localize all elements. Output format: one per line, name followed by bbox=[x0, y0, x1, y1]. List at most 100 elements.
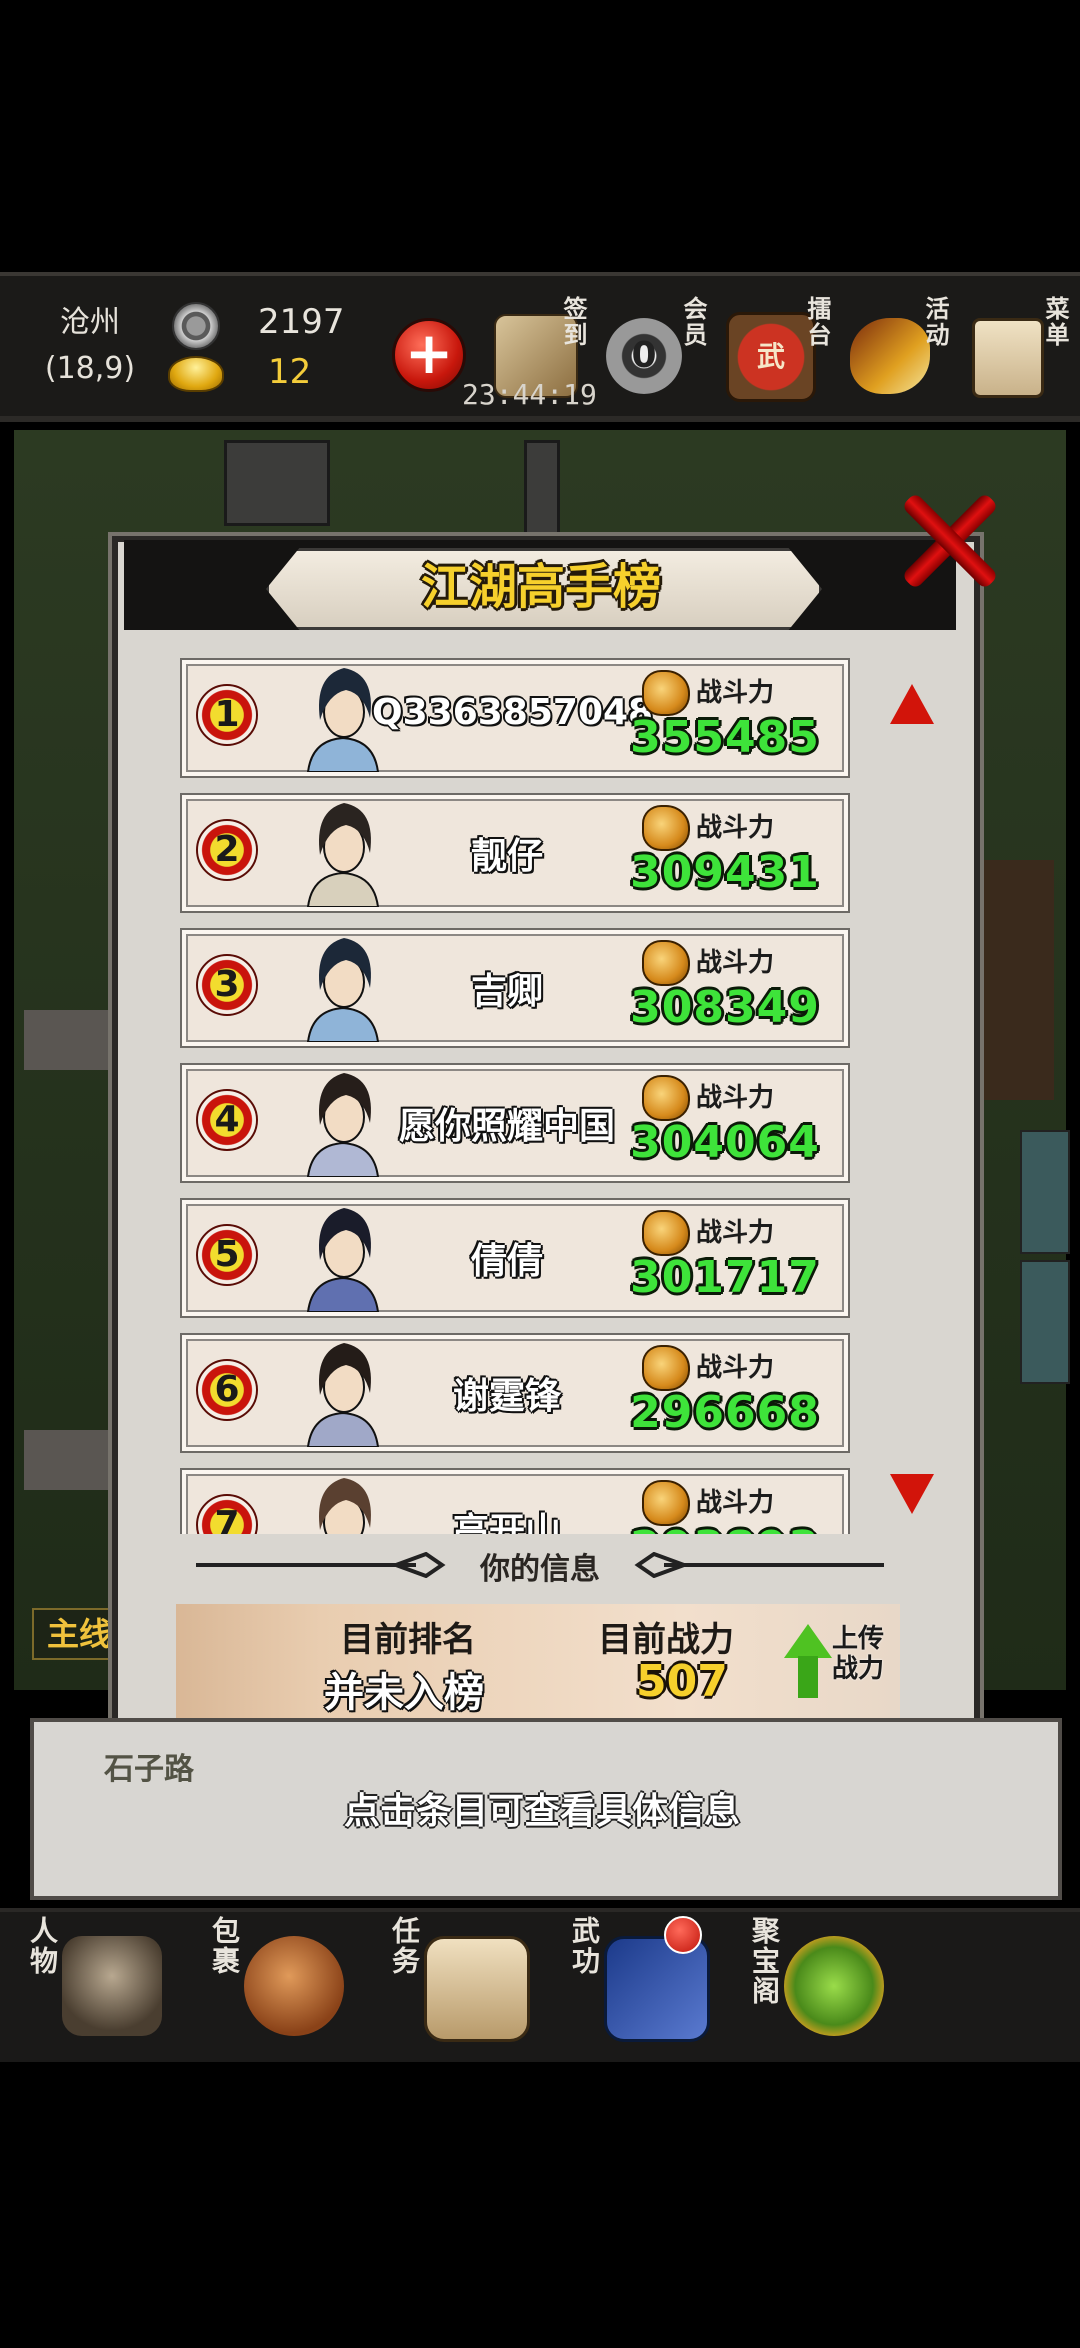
rank-number: 2 bbox=[214, 829, 240, 870]
location-name: 沧州 bbox=[60, 305, 120, 340]
current-rank-value: 并未入榜 bbox=[324, 1670, 484, 1716]
rank-number: 1 bbox=[214, 694, 240, 735]
activity-label: 活动 bbox=[921, 296, 949, 348]
signin-label: 签到 bbox=[559, 296, 587, 348]
quest-scroll-icon bbox=[424, 1936, 530, 2042]
rank-number: 6 bbox=[214, 1369, 240, 1410]
rank-badge-icon: 3 bbox=[196, 954, 258, 1016]
power-value: 308349 bbox=[630, 982, 820, 1033]
location-panel[interactable]: 沧州 (18,9) bbox=[20, 300, 160, 392]
martial-book-icon bbox=[604, 1936, 710, 2042]
nav-bag[interactable]: 包裹 bbox=[204, 1916, 354, 2046]
treasure-icon bbox=[784, 1936, 884, 2036]
dialog-title: 江湖高手榜 bbox=[420, 559, 661, 615]
nav-martial-label: 武功 bbox=[568, 1916, 601, 1976]
leaderboard-row[interactable]: 4 愿你照耀中国 战斗力 304064 bbox=[180, 1063, 850, 1183]
power-value: 309431 bbox=[630, 847, 820, 898]
upload-arrow-stem bbox=[798, 1656, 818, 1698]
scroll-up-arrow-icon[interactable] bbox=[890, 684, 938, 732]
current-rank-label: 目前排名 bbox=[340, 1620, 476, 1660]
upload-label: 上传 战力 bbox=[832, 1624, 884, 1684]
leaderboard-row[interactable]: 6 谢霆锋 战斗力 296668 bbox=[180, 1333, 850, 1453]
member-icon[interactable]: 0 bbox=[606, 318, 682, 394]
menu-label: 菜单 bbox=[1041, 296, 1069, 348]
current-power-label: 目前战力 bbox=[598, 1620, 734, 1660]
member-badge: 0 bbox=[631, 335, 657, 376]
location-coords: (18,9) bbox=[44, 351, 136, 386]
power-fist-icon bbox=[642, 1210, 690, 1256]
upload-label-2: 战力 bbox=[832, 1654, 885, 1684]
map-stones bbox=[24, 1010, 114, 1070]
map-stones bbox=[24, 1430, 114, 1490]
map-wall bbox=[224, 440, 330, 526]
leaderboard-row[interactable]: 1 Q3363857048 战斗力 355485 bbox=[180, 658, 850, 778]
leaderboard-list[interactable]: 1 Q3363857048 战斗力 355485 2 靓仔 战斗力 309431 3 吉卿 战斗力 3… bbox=[180, 658, 850, 1534]
nav-martial[interactable]: 武功 bbox=[564, 1916, 714, 2046]
upload-label-1: 上传 bbox=[832, 1624, 885, 1654]
hint-text: 点击条目可查看具体信息 bbox=[343, 1791, 740, 1832]
leaderboard-row[interactable]: 7高开山战斗力293893 bbox=[180, 1468, 850, 1534]
rank-badge-icon: 1 bbox=[196, 684, 258, 746]
arena-badge: 武 bbox=[756, 340, 785, 373]
power-label: 战斗力 bbox=[696, 1488, 775, 1518]
rank-badge-icon: 4 bbox=[196, 1089, 258, 1151]
leaderboard-row[interactable]: 5 倩倩 战斗力 301717 bbox=[180, 1198, 850, 1318]
close-icon[interactable] bbox=[896, 488, 1000, 592]
power-label: 战斗力 bbox=[696, 678, 775, 708]
leaderboard-row[interactable]: 3 吉卿 战斗力 308349 bbox=[180, 928, 850, 1048]
upload-arrow-icon bbox=[784, 1624, 832, 1658]
rank-badge-icon: 2 bbox=[196, 819, 258, 881]
notification-dot-icon bbox=[664, 1916, 702, 1954]
map-building bbox=[974, 860, 1054, 1100]
rank-badge-icon: 5 bbox=[196, 1224, 258, 1286]
nav-quest-label: 任务 bbox=[388, 1916, 421, 1976]
nav-treasure-label: 聚宝阁 bbox=[748, 1916, 781, 2006]
map-window bbox=[1020, 1260, 1070, 1384]
power-value: 296668 bbox=[630, 1387, 820, 1438]
power-fist-icon bbox=[642, 805, 690, 851]
power-fist-icon bbox=[642, 1480, 690, 1526]
power-value: 355485 bbox=[630, 712, 820, 763]
rank-number: 7 bbox=[214, 1504, 240, 1534]
map-window bbox=[1020, 1130, 1070, 1254]
game-clock: 23:44:19 bbox=[462, 378, 597, 411]
power-value: 301717 bbox=[630, 1252, 820, 1303]
character-icon bbox=[62, 1936, 162, 2036]
nav-character[interactable]: 人物 bbox=[22, 1916, 172, 2046]
nav-character-label: 人物 bbox=[26, 1916, 59, 1976]
gold-ingot-icon bbox=[168, 356, 224, 392]
rank-number: 5 bbox=[214, 1234, 240, 1275]
gold-amount: 12 bbox=[268, 352, 312, 392]
power-label: 战斗力 bbox=[696, 1083, 775, 1113]
power-label: 战斗力 bbox=[696, 1353, 775, 1383]
nav-treasure[interactable]: 聚宝阁 bbox=[744, 1916, 894, 2046]
rank-number: 3 bbox=[214, 964, 240, 1005]
scroll-down-arrow-icon[interactable] bbox=[890, 1474, 938, 1522]
current-power-value: 507 bbox=[636, 1656, 728, 1707]
power-fist-icon bbox=[642, 1345, 690, 1391]
rank-number: 4 bbox=[214, 1099, 240, 1140]
arena-label: 擂台 bbox=[803, 296, 831, 348]
power-label: 战斗力 bbox=[696, 1218, 775, 1248]
your-info-title: 你的信息 bbox=[480, 1552, 600, 1587]
member-label: 会员 bbox=[679, 296, 707, 348]
power-label: 战斗力 bbox=[696, 948, 775, 978]
power-fist-icon bbox=[642, 940, 690, 986]
power-fist-icon bbox=[642, 670, 690, 716]
upload-power-button[interactable]: 上传 战力 bbox=[780, 1620, 900, 1704]
nav-quest[interactable]: 任务 bbox=[384, 1916, 534, 2046]
menu-icon[interactable] bbox=[972, 318, 1044, 398]
bag-icon bbox=[244, 1936, 344, 2036]
power-fist-icon bbox=[642, 1075, 690, 1121]
rank-badge-icon: 7 bbox=[196, 1494, 258, 1534]
silver-amount: 2197 bbox=[258, 302, 345, 342]
leaderboard-row[interactable]: 2 靓仔 战斗力 309431 bbox=[180, 793, 850, 913]
power-value: 293893 bbox=[602, 1522, 848, 1534]
recharge-plus-button[interactable]: + bbox=[392, 318, 466, 392]
power-label: 战斗力 bbox=[696, 813, 775, 843]
nav-bag-label: 包裹 bbox=[208, 1916, 241, 1976]
rank-badge-icon: 6 bbox=[196, 1359, 258, 1421]
map-wall bbox=[524, 440, 560, 536]
silver-coin-icon bbox=[172, 302, 220, 350]
power-value: 304064 bbox=[630, 1117, 820, 1168]
